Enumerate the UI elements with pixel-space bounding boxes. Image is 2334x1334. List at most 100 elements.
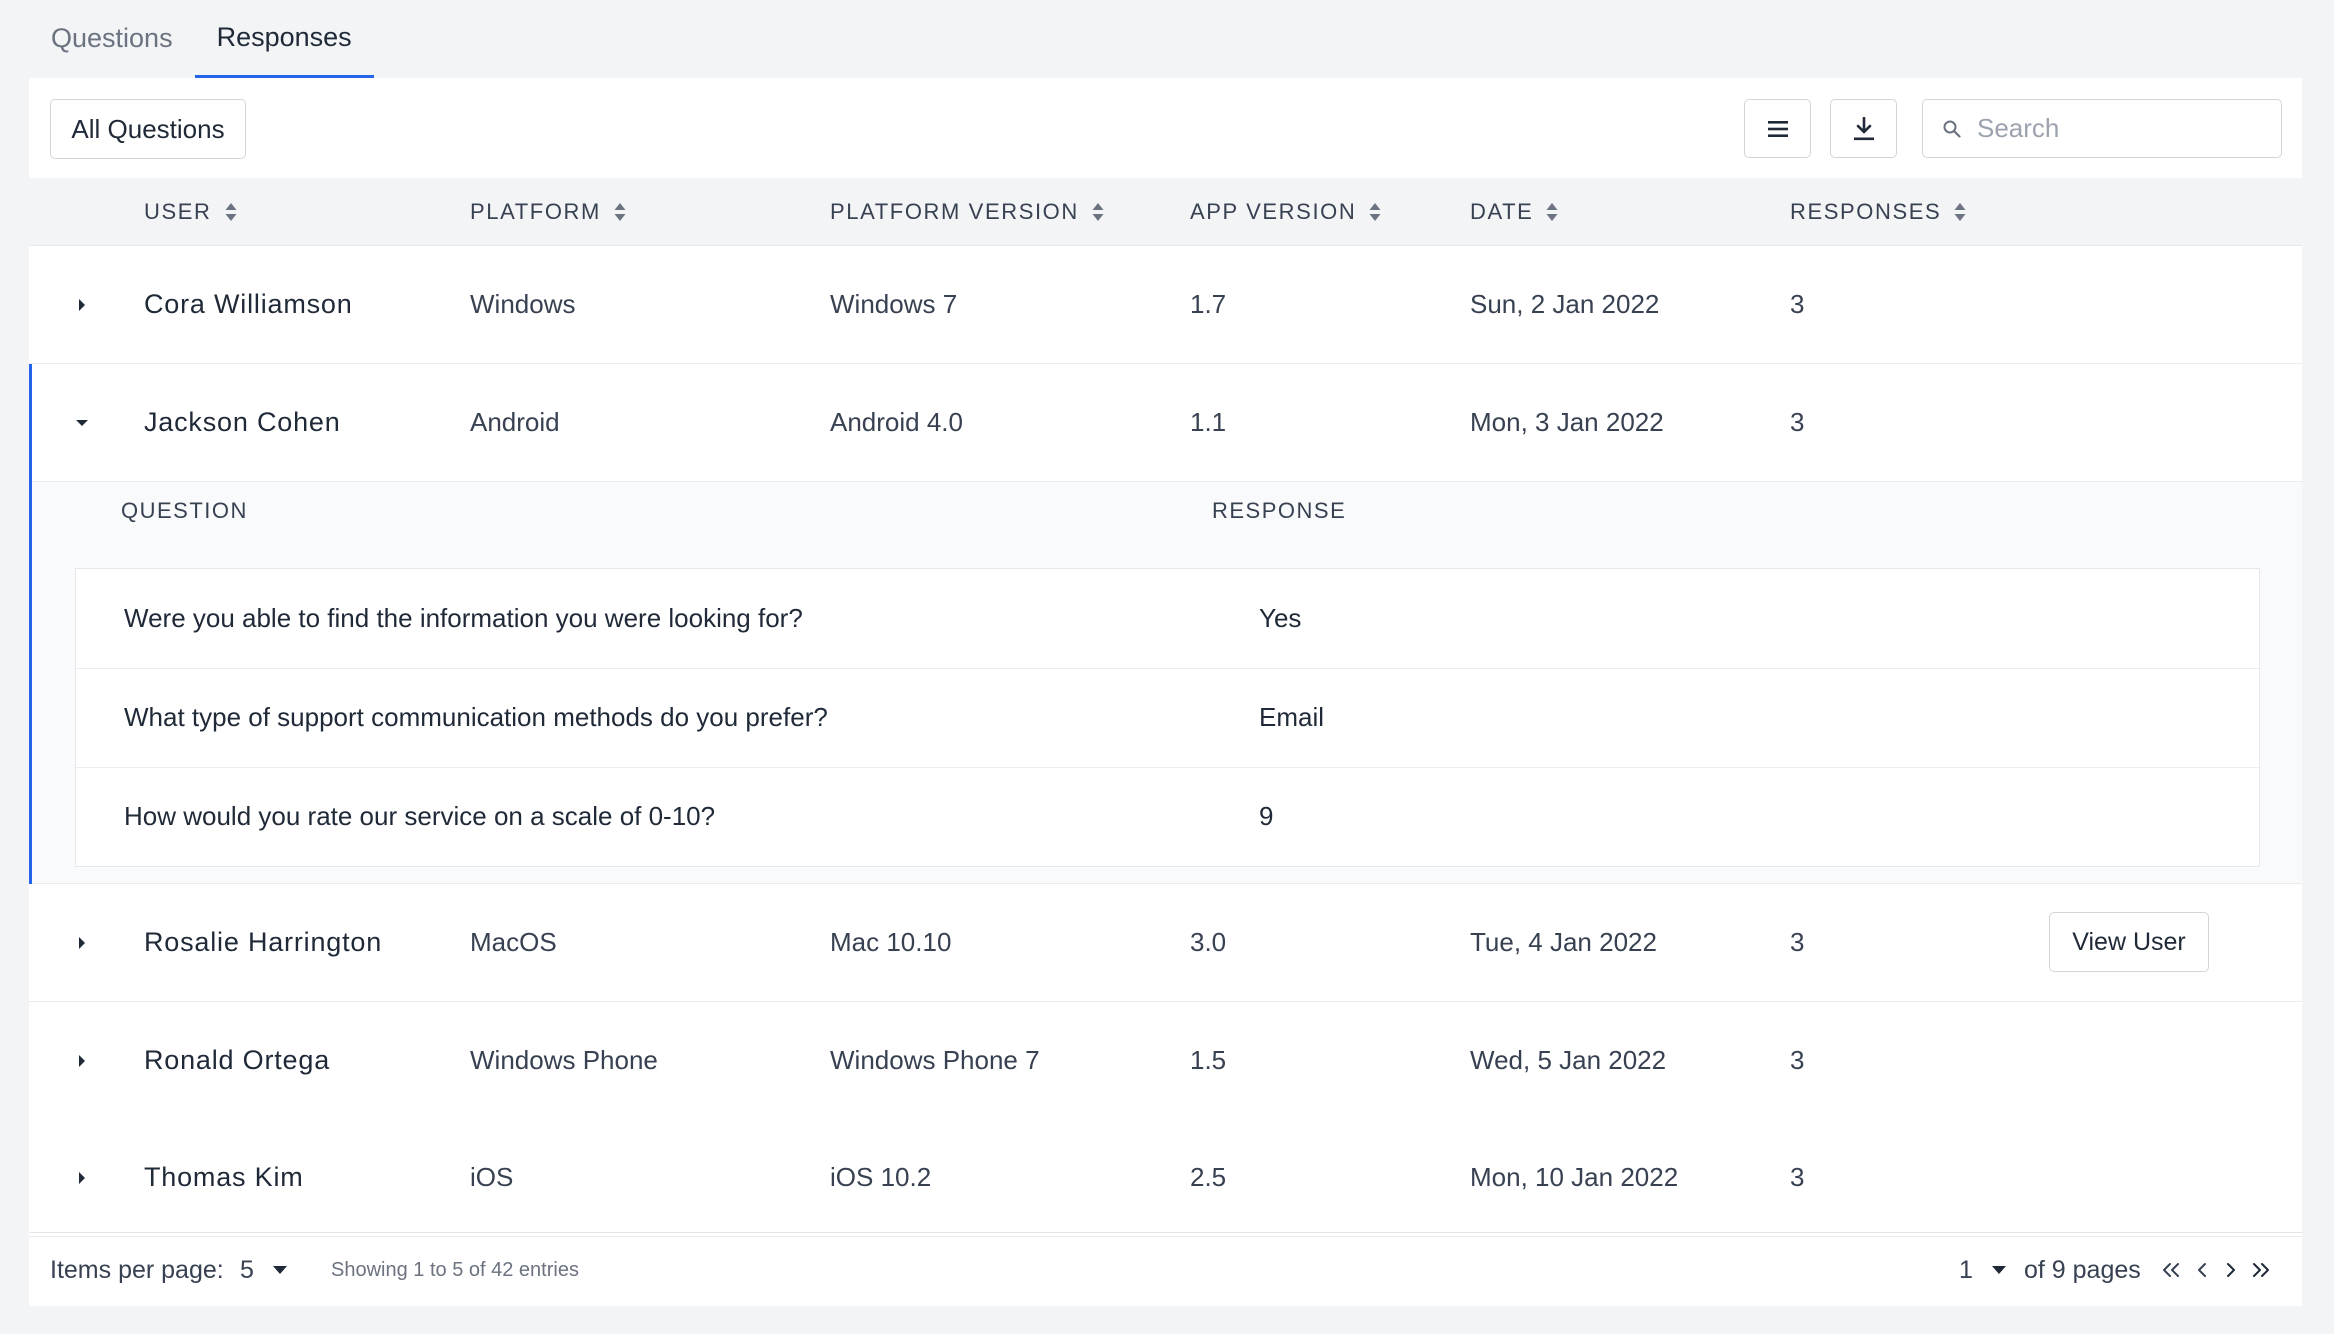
user-name: Cora Williamson xyxy=(144,289,353,319)
responses-count-cell: 3 xyxy=(1790,1045,1805,1075)
platform-version-cell: Windows Phone 7 xyxy=(830,1045,1040,1075)
column-header-app-version[interactable]: APP VERSION xyxy=(1190,178,1382,245)
column-header-platform-version[interactable]: PLATFORM VERSION xyxy=(830,178,1105,245)
table-row[interactable]: Ronald Ortega Windows Phone Windows Phon… xyxy=(29,1002,2302,1120)
app-version-cell: 1.5 xyxy=(1190,1045,1227,1075)
expand-row-button[interactable] xyxy=(67,1002,97,1119)
app-version-cell: 2.5 xyxy=(1190,1162,1227,1192)
chevrons-right-icon xyxy=(2253,1263,2269,1277)
detail-header-response: RESPONSE xyxy=(1212,498,1347,523)
chevron-right-icon xyxy=(2227,1263,2235,1277)
row-detail: QUESTION RESPONSE Were you able to find … xyxy=(29,482,2302,884)
date-cell: Mon, 3 Jan 2022 xyxy=(1470,407,1664,437)
response-text: Yes xyxy=(1259,603,1302,633)
expand-row-button[interactable] xyxy=(67,246,97,363)
items-per-page-label: Items per page: xyxy=(50,1255,224,1284)
sort-icon xyxy=(1545,201,1559,223)
response-text: 9 xyxy=(1259,801,1274,831)
app-version-cell: 3.0 xyxy=(1190,927,1227,957)
chevron-down-icon xyxy=(1991,1266,2006,1274)
chevrons-left-icon xyxy=(2163,1263,2179,1277)
table-row[interactable]: Rosalie Harrington MacOS Mac 10.10 3.0 T… xyxy=(29,884,2302,1002)
table-header: USER PLATFORM PLATFORM VERSION APP VERSI… xyxy=(29,178,2302,246)
caret-down-icon xyxy=(76,419,88,426)
search-box xyxy=(1922,99,2282,158)
column-header-date[interactable]: DATE xyxy=(1470,178,1559,245)
user-name: Ronald Ortega xyxy=(144,1045,331,1075)
sort-icon xyxy=(1368,201,1382,223)
question-text: Were you able to find the information yo… xyxy=(124,603,803,633)
column-label: DATE xyxy=(1470,198,1534,224)
responses-count-cell: 3 xyxy=(1790,927,1805,957)
sort-icon xyxy=(224,201,238,223)
chevron-down-icon xyxy=(272,1266,287,1274)
toolbar: All Questions xyxy=(29,78,2302,178)
user-name: Rosalie Harrington xyxy=(144,927,383,957)
column-header-responses[interactable]: RESPONSES xyxy=(1790,178,1967,245)
column-label: PLATFORM xyxy=(470,198,601,224)
responses-count-cell: 3 xyxy=(1790,1162,1805,1192)
view-user-button[interactable]: View User xyxy=(2049,912,2209,972)
platform-cell: Android xyxy=(470,407,560,437)
detail-row: Were you able to find the information yo… xyxy=(76,569,2259,669)
column-label: APP VERSION xyxy=(1190,198,1357,224)
page-select[interactable]: 1 xyxy=(1959,1256,2007,1285)
first-page-button[interactable] xyxy=(2157,1256,2185,1284)
platform-cell: iOS xyxy=(470,1162,514,1192)
download-icon xyxy=(1853,116,1874,140)
responses-count-cell: 3 xyxy=(1790,407,1805,437)
sort-icon xyxy=(613,201,627,223)
responses-panel: All Questions USER xyxy=(29,78,2302,1306)
question-text: How would you rate our service on a scal… xyxy=(124,801,716,831)
menu-icon xyxy=(1767,120,1788,137)
items-per-page-select[interactable]: 5 xyxy=(240,1256,288,1285)
app-version-cell: 1.7 xyxy=(1190,289,1227,319)
tab-questions[interactable]: Questions xyxy=(29,0,195,76)
platform-version-cell: Android 4.0 xyxy=(830,407,963,437)
detail-table: Were you able to find the information yo… xyxy=(75,568,2260,867)
column-label: PLATFORM VERSION xyxy=(830,198,1079,224)
table-row[interactable]: Cora Williamson Windows Windows 7 1.7 Su… xyxy=(29,246,2302,364)
table-row[interactable]: Jackson Cohen Android Android 4.0 1.1 Mo… xyxy=(29,364,2302,482)
detail-header-question: QUESTION xyxy=(121,498,248,523)
user-name: Jackson Cohen xyxy=(144,407,341,437)
total-pages-text: of 9 pages xyxy=(2024,1255,2141,1284)
next-page-button[interactable] xyxy=(2217,1256,2245,1284)
column-header-user[interactable]: USER xyxy=(144,178,238,245)
platform-cell: MacOS xyxy=(470,927,557,957)
sort-icon xyxy=(1953,201,1967,223)
search-input[interactable] xyxy=(1975,112,2249,145)
pagination-footer: Items per page: 5 Showing 1 to 5 of 42 e… xyxy=(29,1232,2302,1307)
date-cell: Tue, 4 Jan 2022 xyxy=(1470,927,1657,957)
download-button[interactable] xyxy=(1830,99,1897,158)
table-row[interactable]: Thomas Kim iOS iOS 10.2 2.5 Mon, 10 Jan … xyxy=(29,1119,2302,1237)
platform-cell: Windows Phone xyxy=(470,1045,658,1075)
previous-page-button[interactable] xyxy=(2188,1256,2216,1284)
responses-count-cell: 3 xyxy=(1790,289,1805,319)
current-page-value: 1 xyxy=(1959,1255,1973,1284)
expand-row-button[interactable] xyxy=(67,1119,97,1236)
items-per-page-value: 5 xyxy=(240,1255,254,1284)
last-page-button[interactable] xyxy=(2247,1256,2275,1284)
caret-right-icon xyxy=(79,1171,85,1184)
tab-bar: Questions Responses xyxy=(29,0,374,78)
showing-entries-text: Showing 1 to 5 of 42 entries xyxy=(331,1258,579,1281)
response-text: Email xyxy=(1259,702,1325,732)
detail-row: How would you rate our service on a scal… xyxy=(76,767,2259,866)
date-cell: Wed, 5 Jan 2022 xyxy=(1470,1045,1667,1075)
collapse-row-button[interactable] xyxy=(67,364,97,481)
caret-right-icon xyxy=(79,1054,85,1067)
platform-cell: Windows xyxy=(470,289,576,319)
column-label: USER xyxy=(144,198,212,224)
all-questions-button[interactable]: All Questions xyxy=(50,99,246,159)
menu-button[interactable] xyxy=(1744,99,1811,158)
app-version-cell: 1.1 xyxy=(1190,407,1227,437)
sort-icon xyxy=(1091,201,1105,223)
expand-row-button[interactable] xyxy=(67,884,97,1001)
caret-right-icon xyxy=(79,298,85,311)
tab-responses[interactable]: Responses xyxy=(194,0,374,78)
search-icon xyxy=(1943,120,1961,138)
column-header-platform[interactable]: PLATFORM xyxy=(470,178,627,245)
caret-right-icon xyxy=(79,936,85,949)
platform-version-cell: iOS 10.2 xyxy=(830,1162,932,1192)
